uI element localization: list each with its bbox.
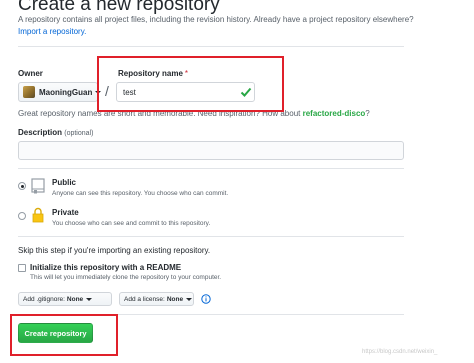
lock-icon xyxy=(32,207,44,223)
divider xyxy=(18,168,404,169)
public-description: Anyone can see this repository. You choo… xyxy=(52,190,229,197)
watermark: https://blog.csdn.net/weixin_ xyxy=(362,349,438,355)
optional-tag: (optional) xyxy=(64,130,94,137)
divider xyxy=(18,236,404,237)
private-radio[interactable] xyxy=(18,212,26,220)
page-subtitle: A repository contains all project files,… xyxy=(18,15,414,24)
owner-name: MaoningGuan xyxy=(39,87,93,97)
readme-label[interactable]: Initialize this repository with a README xyxy=(30,263,181,272)
annotation-box-repo-name xyxy=(97,56,284,112)
annotation-box-create-button xyxy=(10,314,118,356)
gitignore-dropdown[interactable]: Add .gitignore: None xyxy=(18,292,112,306)
public-title: Public xyxy=(52,178,77,187)
public-radio[interactable] xyxy=(18,182,26,190)
readme-checkbox[interactable] xyxy=(18,264,26,272)
description-label: Description (optional) xyxy=(18,128,94,137)
owner-label: Owner xyxy=(18,69,43,78)
chevron-down-icon xyxy=(86,297,93,301)
skip-step-text: Skip this step if you're importing an ex… xyxy=(18,246,211,255)
readme-description: This will let you immediately clone the … xyxy=(30,274,222,281)
name-suggestion[interactable]: refactored-disco xyxy=(303,109,366,118)
owner-dropdown[interactable]: MaoningGuan xyxy=(18,82,102,102)
private-title: Private xyxy=(52,208,79,217)
chevron-down-icon xyxy=(186,297,193,301)
import-repository-link[interactable]: Import a repository. xyxy=(18,27,86,36)
info-icon[interactable] xyxy=(201,294,211,304)
repo-icon xyxy=(31,178,45,194)
divider xyxy=(18,46,404,47)
private-description: You choose who can see and commit to thi… xyxy=(52,220,211,227)
description-input[interactable] xyxy=(18,141,404,160)
license-dropdown[interactable]: Add a license: None xyxy=(119,292,194,306)
avatar xyxy=(23,86,35,98)
page-title: Create a new repository xyxy=(18,0,220,15)
